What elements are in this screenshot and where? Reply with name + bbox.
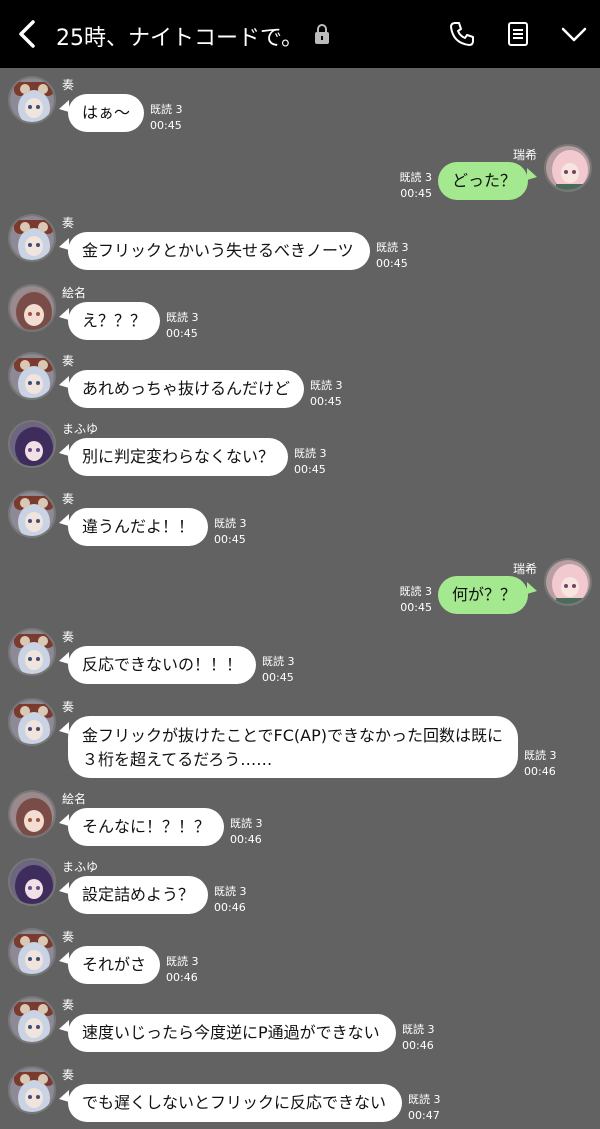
sender-name: 奏 — [62, 1068, 75, 1082]
message-bubble[interactable]: 速度いじったら今度逆にP通過ができない — [68, 1014, 396, 1052]
avatar-kanade[interactable] — [8, 698, 56, 746]
chat-area[interactable]: 奏 はぁ〜 既読 3 00:45 瑞希 どった？ 既読 3 00:45 奏 金フ… — [0, 68, 600, 1129]
sender-name: 絵名 — [62, 286, 87, 300]
message-time: 00:46 — [214, 901, 246, 914]
sender-name: まふゆ — [62, 860, 99, 874]
read-receipt: 既読 3 — [399, 171, 433, 184]
sender-name: 瑞希 — [513, 562, 538, 576]
sender-name: 奏 — [62, 930, 75, 944]
chevron-down-icon — [561, 27, 587, 42]
message-time: 00:45 — [214, 533, 246, 546]
message-bubble[interactable]: はぁ〜 — [68, 94, 144, 132]
sender-name: 絵名 — [62, 792, 87, 806]
avatar-ena[interactable] — [8, 284, 56, 332]
message-bubble[interactable]: 何が？？ — [438, 576, 528, 614]
read-receipt: 既読 3 — [262, 655, 295, 668]
read-receipt: 既読 3 — [230, 817, 263, 830]
read-receipt: 既読 3 — [310, 379, 343, 392]
message-time: 00:46 — [402, 1039, 434, 1052]
chat-header: 25時、ナイトコードで。 — [0, 0, 600, 68]
message-time: 00:45 — [310, 395, 342, 408]
message-bubble[interactable]: どった？ — [438, 162, 528, 200]
notes-icon — [508, 22, 528, 46]
avatar-mafuyu[interactable] — [8, 420, 56, 468]
message-bubble[interactable]: あれめっちゃ抜けるんだけど — [68, 370, 304, 408]
avatar-mafuyu[interactable] — [8, 858, 56, 906]
message-bubble[interactable]: 金フリックとかいう失せるべきノーツ — [68, 232, 370, 270]
sender-name: 奏 — [62, 998, 75, 1012]
sender-name: 奏 — [62, 216, 75, 230]
message-bubble[interactable]: でも遅くしないとフリックに反応できない — [68, 1084, 402, 1122]
avatar-kanade[interactable] — [8, 214, 56, 262]
message-time: 00:46 — [166, 971, 198, 984]
avatar-kanade[interactable] — [8, 928, 56, 976]
message-time: 00:46 — [524, 765, 556, 778]
message-time: 00:45 — [166, 327, 198, 340]
phone-icon — [450, 22, 474, 46]
avatar-kanade[interactable] — [8, 1066, 56, 1114]
message-bubble[interactable]: それがさ — [68, 946, 160, 984]
bubble-tail — [527, 168, 537, 180]
bubble-tail — [59, 722, 69, 734]
message-time: 00:45 — [262, 671, 294, 684]
message-time: 00:45 — [294, 463, 326, 476]
message-time: 00:45 — [400, 601, 432, 614]
message-bubble[interactable]: 反応できないの！！！ — [68, 646, 256, 684]
message-bubble[interactable]: え？？？ — [68, 302, 160, 340]
avatar-mizuki[interactable] — [544, 144, 592, 192]
notes-button[interactable] — [504, 20, 532, 48]
avatar-kanade[interactable] — [8, 76, 56, 124]
sender-name: 瑞希 — [513, 148, 538, 162]
read-receipt: 既読 3 — [402, 1023, 435, 1036]
avatar-kanade[interactable] — [8, 996, 56, 1044]
read-receipt: 既読 3 — [294, 447, 327, 460]
avatar-kanade[interactable] — [8, 490, 56, 538]
sender-name: 奏 — [62, 630, 75, 644]
message-bubble[interactable]: そんなに！？！？ — [68, 808, 224, 846]
chat-title: 25時、ナイトコードで。 — [56, 26, 304, 51]
avatar-ena[interactable] — [8, 790, 56, 838]
message-time: 00:45 — [376, 257, 408, 270]
message-bubble[interactable]: 金フリックが抜けたことでFC(AP)できなかった回数は既に３桁を超えてるだろう…… — [68, 716, 518, 778]
read-receipt: 既読 3 — [214, 885, 247, 898]
message-time: 00:46 — [230, 833, 262, 846]
message-time: 00:45 — [400, 187, 432, 200]
read-receipt: 既読 3 — [524, 749, 557, 762]
menu-toggle-button[interactable] — [560, 20, 588, 48]
sender-name: 奏 — [62, 354, 75, 368]
call-button[interactable] — [448, 20, 476, 48]
sender-name: 奏 — [62, 700, 75, 714]
avatar-kanade[interactable] — [8, 352, 56, 400]
read-receipt: 既読 3 — [166, 955, 199, 968]
avatar-mizuki[interactable] — [544, 558, 592, 606]
read-receipt: 既読 3 — [399, 585, 433, 598]
bubble-tail — [527, 582, 537, 594]
read-receipt: 既読 3 — [214, 517, 247, 530]
read-receipt: 既読 3 — [376, 241, 409, 254]
message-time: 00:47 — [408, 1109, 440, 1122]
read-receipt: 既読 3 — [408, 1093, 441, 1106]
message-bubble[interactable]: 違うんだよ！！ — [68, 508, 208, 546]
sender-name: まふゆ — [62, 422, 99, 436]
lock-icon — [314, 24, 330, 44]
chevron-left-icon — [19, 20, 35, 48]
read-receipt: 既読 3 — [166, 311, 199, 324]
message-time: 00:45 — [150, 119, 182, 132]
sender-name: 奏 — [62, 492, 75, 506]
message-bubble[interactable]: 設定詰めよう？ — [68, 876, 208, 914]
avatar-kanade[interactable] — [8, 628, 56, 676]
back-button[interactable] — [12, 18, 44, 50]
read-receipt: 既読 3 — [150, 103, 183, 116]
sender-name: 奏 — [62, 78, 75, 92]
message-bubble[interactable]: 別に判定変わらなくない？ — [68, 438, 288, 476]
